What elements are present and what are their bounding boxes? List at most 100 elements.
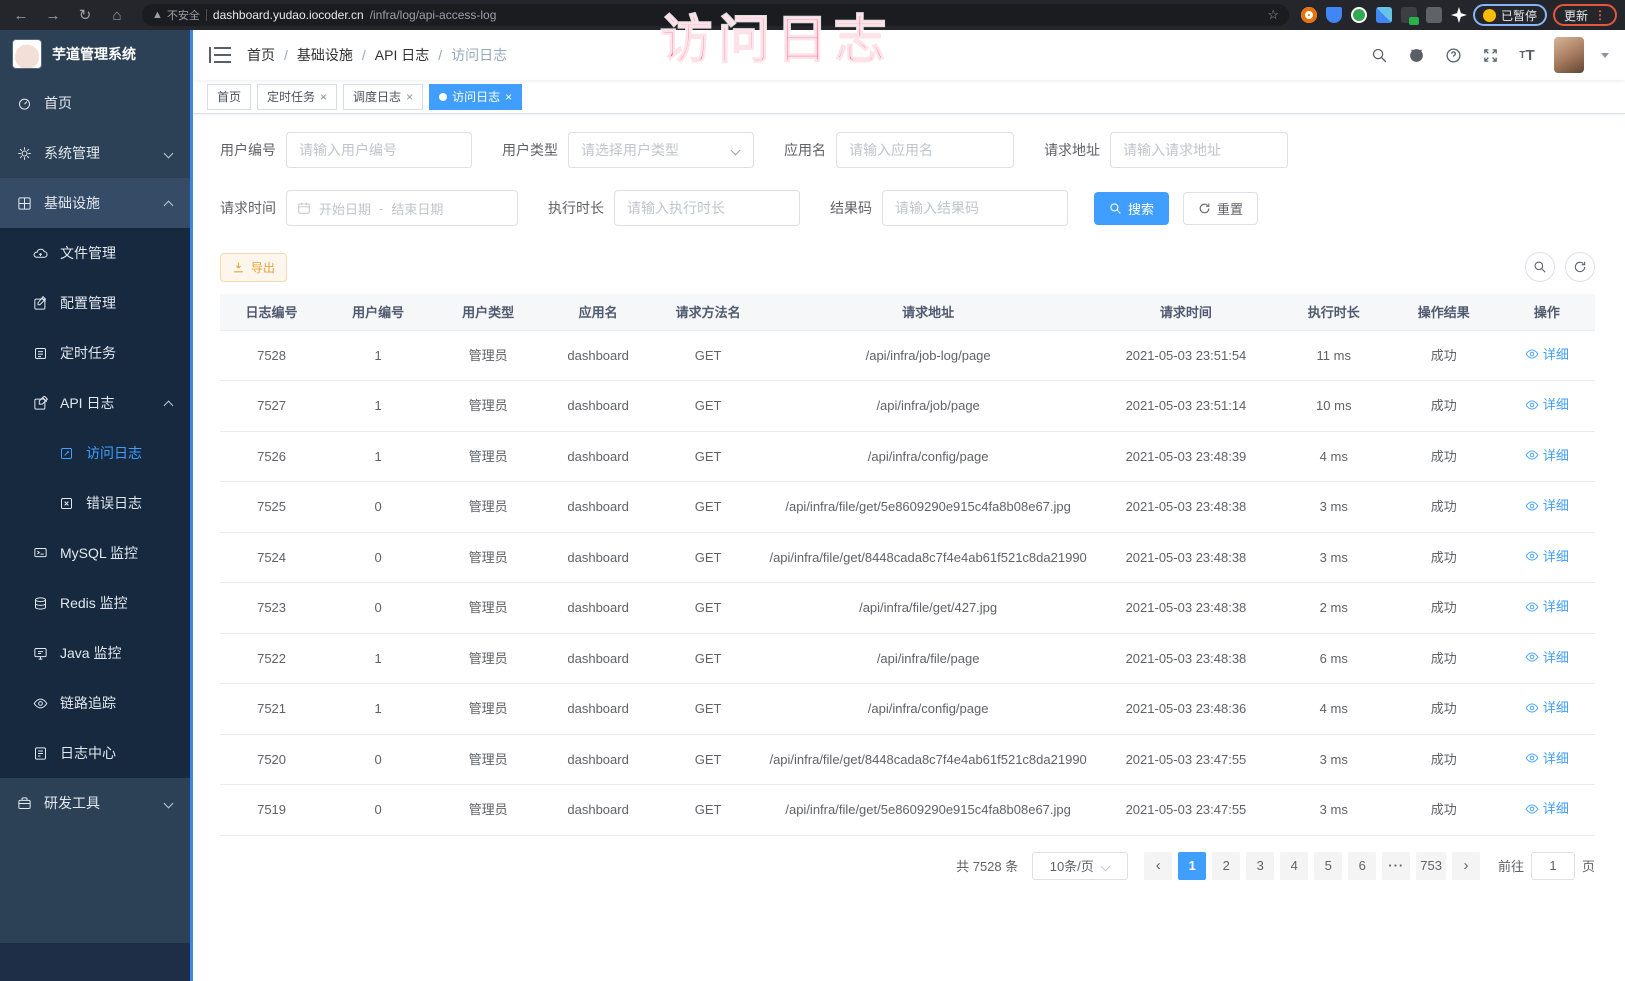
browser-menu-icon[interactable]: ⋮ (1594, 8, 1606, 22)
detail-link[interactable]: 详细 (1525, 648, 1569, 667)
extension-icon[interactable] (1451, 7, 1467, 23)
jump-suffix: 页 (1582, 856, 1595, 875)
detail-link[interactable]: 详细 (1525, 698, 1569, 717)
sidebar-toggle-button[interactable] (209, 46, 231, 64)
cell-user-type: 管理员 (433, 583, 543, 634)
sidebar-item-trace[interactable]: 链路追踪 (0, 678, 190, 728)
edit-icon (32, 295, 48, 311)
browser-back-button[interactable]: ← (8, 4, 34, 26)
cell-result: 成功 (1389, 330, 1499, 381)
detail-link[interactable]: 详细 (1525, 345, 1569, 364)
sidebar-item-access-log[interactable]: 访问日志 (0, 428, 190, 478)
page-size-select[interactable]: 10条/页 (1032, 852, 1128, 880)
detail-link[interactable]: 详细 (1525, 446, 1569, 465)
cell-method: GET (653, 431, 763, 482)
next-page-button[interactable]: › (1452, 852, 1480, 880)
extension-icon[interactable] (1426, 7, 1442, 23)
bookmark-star-icon[interactable]: ☆ (1267, 7, 1279, 23)
browser-update-button[interactable]: 更新 ⋮ (1553, 4, 1617, 26)
tab-access-log[interactable]: 访问日志× (429, 84, 522, 110)
detail-link[interactable]: 详细 (1525, 395, 1569, 414)
cell-action: 详细 (1499, 431, 1595, 482)
detail-label: 详细 (1543, 648, 1569, 667)
page-button[interactable]: 1 (1178, 852, 1206, 880)
sidebar-item-infrastructure[interactable]: 基础设施 (0, 178, 190, 228)
tab-schedule-log[interactable]: 调度日志× (343, 84, 423, 110)
profile-paused-badge[interactable]: 已暂停 (1473, 4, 1547, 26)
detail-link[interactable]: 详细 (1525, 749, 1569, 768)
reset-button[interactable]: 重置 (1183, 192, 1258, 225)
download-icon (232, 261, 245, 274)
page-button[interactable]: 3 (1246, 852, 1274, 880)
page-button[interactable]: 4 (1280, 852, 1308, 880)
user-menu-caret-icon[interactable] (1601, 53, 1609, 62)
toggle-search-button[interactable] (1525, 252, 1555, 282)
fullscreen-icon[interactable] (1480, 45, 1500, 65)
cell-duration: 6 ms (1279, 633, 1389, 684)
jump-page-input[interactable] (1531, 852, 1575, 880)
cell-action: 详细 (1499, 684, 1595, 735)
export-button[interactable]: 导出 (220, 253, 287, 282)
sidebar-item-log-center[interactable]: 日志中心 (0, 728, 190, 778)
help-icon[interactable] (1443, 45, 1463, 65)
sidebar-item-mysql-monitor[interactable]: MySQL 监控 (0, 528, 190, 578)
sidebar-item-file-mgmt[interactable]: 文件管理 (0, 228, 190, 278)
page-button[interactable]: 753 (1416, 852, 1446, 880)
breadcrumb-item[interactable]: API 日志 (375, 45, 429, 65)
extension-icon[interactable] (1301, 7, 1317, 23)
browser-home-button[interactable]: ⌂ (104, 4, 130, 26)
extension-icon[interactable] (1351, 7, 1367, 23)
cell-log-id: 7524 (220, 532, 323, 583)
sidebar-item-system-mgmt[interactable]: 系统管理 (0, 128, 190, 178)
sidebar-item-dev-tools[interactable]: 研发工具 (0, 778, 190, 828)
sidebar-item-api-log[interactable]: API 日志 (0, 378, 190, 428)
extension-icon[interactable] (1376, 7, 1392, 23)
sidebar-item-scheduled-jobs[interactable]: 定时任务 (0, 328, 190, 378)
breadcrumb-item[interactable]: 基础设施 (297, 45, 353, 65)
app-name-input[interactable] (836, 132, 1014, 168)
sidebar-item-config-mgmt[interactable]: 配置管理 (0, 278, 190, 328)
cell-user-type: 管理员 (433, 431, 543, 482)
tab-home[interactable]: 首页 (207, 84, 251, 110)
cell-method: GET (653, 482, 763, 533)
sidebar-item-error-log[interactable]: 错误日志 (0, 478, 190, 528)
browser-reload-button[interactable]: ↻ (72, 4, 98, 26)
sidebar-item-redis-monitor[interactable]: Redis 监控 (0, 578, 190, 628)
page-button[interactable]: 5 (1314, 852, 1342, 880)
avatar[interactable] (1554, 37, 1584, 73)
result-code-input[interactable] (882, 190, 1068, 226)
close-icon[interactable]: × (406, 90, 413, 104)
tab-scheduled-jobs[interactable]: 定时任务× (257, 84, 337, 110)
detail-link[interactable]: 详细 (1525, 547, 1569, 566)
address-bar[interactable]: ▲不安全 dashboard.yudao.iocoder.cn/infra/lo… (142, 4, 1289, 26)
date-range-picker[interactable]: 开始日期 - 结束日期 (286, 190, 518, 226)
page-button[interactable]: 6 (1348, 852, 1376, 880)
browser-forward-button[interactable]: → (40, 4, 66, 26)
app-logo[interactable]: 芋道管理系统 (0, 30, 190, 78)
close-icon[interactable]: × (505, 90, 512, 104)
page-button[interactable]: 2 (1212, 852, 1240, 880)
breadcrumb-item[interactable]: 首页 (247, 45, 275, 65)
sidebar-item-java-monitor[interactable]: Java 监控 (0, 628, 190, 678)
reload-icon: ↻ (79, 6, 92, 24)
sidebar-item-home[interactable]: 首页 (0, 78, 190, 128)
more-pages-button[interactable]: ··· (1382, 852, 1410, 880)
search-icon[interactable] (1369, 45, 1389, 65)
extension-icon[interactable] (1401, 7, 1417, 23)
font-size-icon[interactable]: TT (1517, 45, 1537, 65)
detail-link[interactable]: 详细 (1525, 799, 1569, 818)
extension-icon[interactable] (1326, 7, 1342, 23)
prev-page-button[interactable]: ‹ (1144, 852, 1172, 880)
detail-link[interactable]: 详细 (1525, 597, 1569, 616)
user-type-select[interactable]: 请选择用户类型 (568, 132, 754, 168)
duration-input[interactable] (614, 190, 800, 226)
search-button[interactable]: 搜索 (1094, 192, 1169, 225)
github-icon[interactable] (1406, 45, 1426, 65)
detail-link[interactable]: 详细 (1525, 496, 1569, 515)
refresh-table-button[interactable] (1565, 252, 1595, 282)
request-url-input[interactable] (1110, 132, 1288, 168)
cell-duration: 3 ms (1279, 532, 1389, 583)
user-id-input[interactable] (286, 132, 472, 168)
close-icon[interactable]: × (320, 90, 327, 104)
cell-url: /api/infra/config/page (763, 684, 1093, 735)
